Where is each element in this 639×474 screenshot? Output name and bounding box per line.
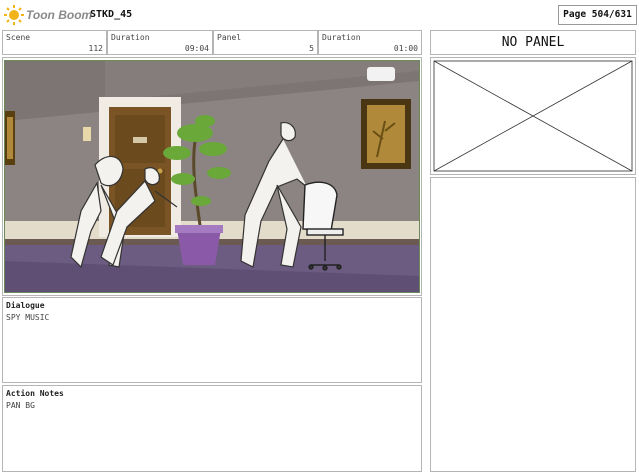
dialogue-box[interactable]: Dialogue SPY MUSIC (2, 297, 422, 383)
action-notes-box[interactable]: Action Notes PAN BG (2, 385, 422, 472)
dialogue-text: SPY MUSIC (6, 313, 50, 322)
scene-duration-label: Duration (111, 33, 150, 42)
panel-value: 5 (309, 44, 314, 53)
action-notes-label: Action Notes (6, 389, 64, 398)
scene-duration-field: Duration 09:04 (107, 30, 213, 55)
panel-field: Panel 5 (213, 30, 318, 55)
scene-label: Scene (6, 33, 31, 42)
panel-duration-field: Duration 01:00 (318, 30, 422, 55)
page-counter: Page 504/631 (558, 5, 637, 25)
next-panel-title: NO PANEL (430, 30, 636, 55)
scene-duration-value: 09:04 (184, 44, 209, 53)
scene-field: Scene 112 (2, 30, 107, 55)
panel-duration-value: 01:00 (393, 44, 418, 53)
panel-label: Panel (217, 33, 242, 42)
brand-name: Toon Boom (26, 8, 93, 22)
storyboard-panel-image[interactable] (4, 60, 420, 293)
project-name: STKD_45 (90, 9, 133, 20)
panel-duration-label: Duration (322, 33, 361, 42)
scene-value: 112 (88, 44, 103, 53)
next-panel-notes-area (430, 177, 636, 472)
empty-panel-placeholder (430, 57, 636, 175)
toon-boom-sun-icon (4, 5, 24, 25)
toon-boom-logo: Toon Boom (4, 4, 92, 26)
dialogue-label: Dialogue (6, 301, 45, 310)
empty-x-icon (433, 60, 633, 172)
action-notes-text: PAN BG (6, 401, 35, 410)
storyboard-drawing (5, 61, 419, 292)
